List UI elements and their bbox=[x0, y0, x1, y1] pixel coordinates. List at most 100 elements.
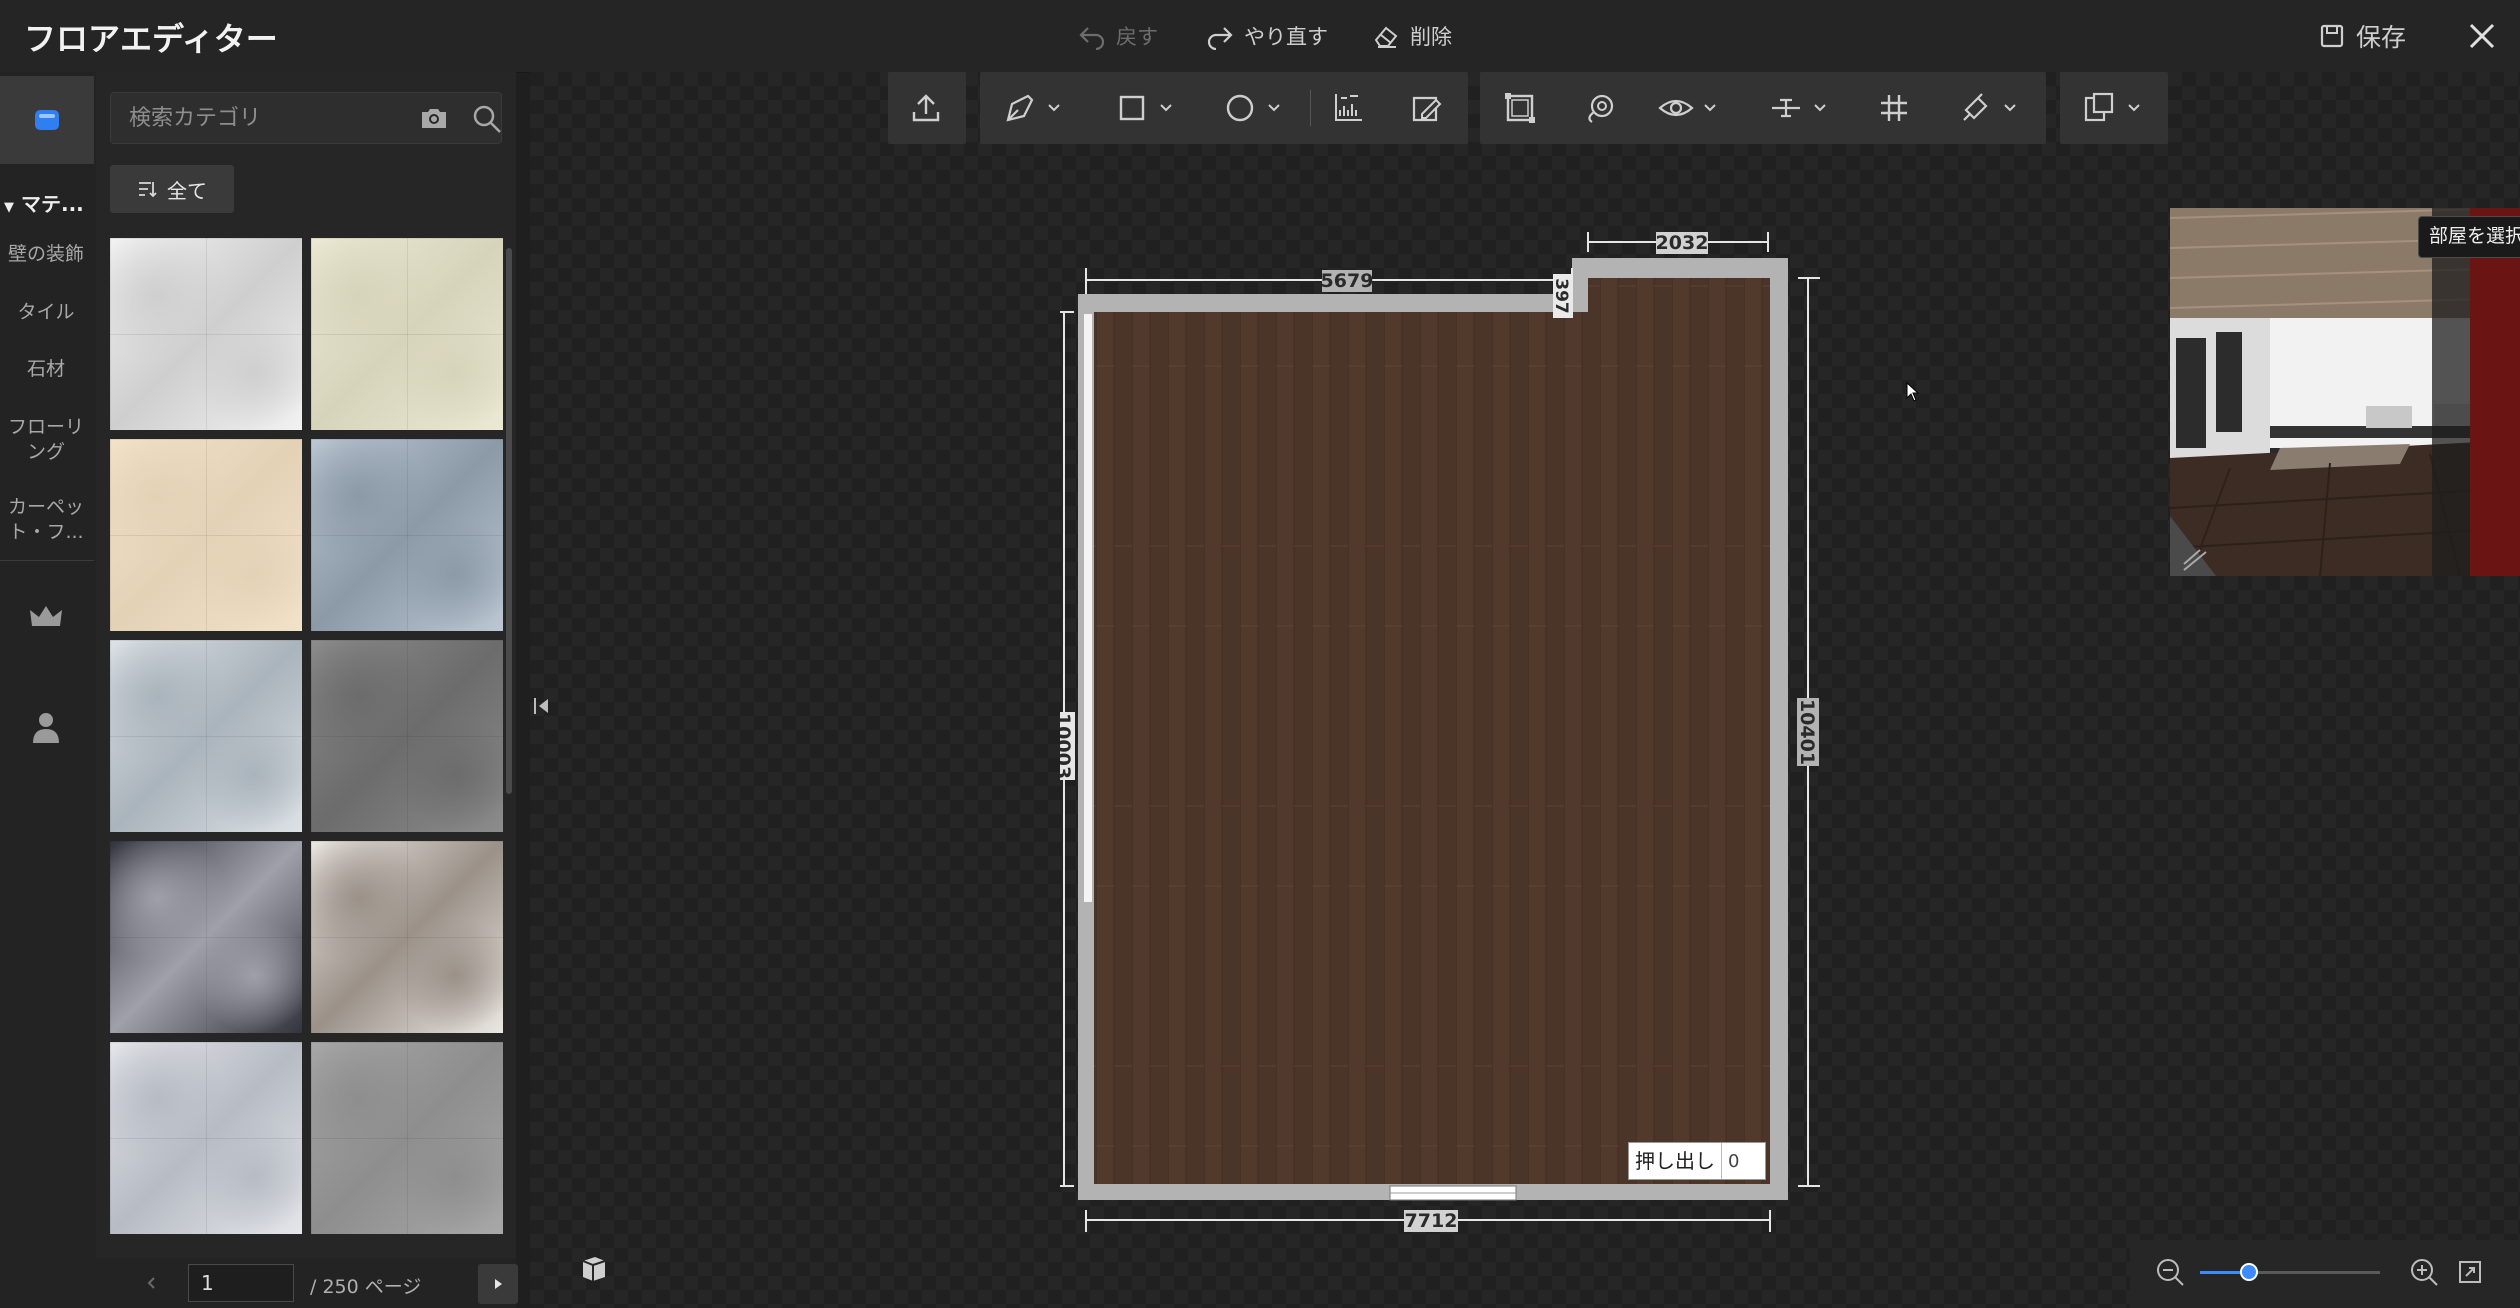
sidebar-item-tile[interactable]: タイル bbox=[0, 300, 92, 325]
material-tile-white-granite[interactable] bbox=[311, 841, 503, 1033]
material-tile-gray-marble[interactable] bbox=[311, 1042, 503, 1234]
material-tab[interactable] bbox=[0, 76, 94, 164]
redo-button[interactable]: やり直す bbox=[1206, 18, 1328, 54]
measure-tool[interactable] bbox=[1328, 86, 1368, 130]
search-box bbox=[110, 92, 502, 144]
prev-page-button[interactable] bbox=[140, 1270, 162, 1296]
filter-all-label: 全て bbox=[167, 178, 207, 203]
close-icon bbox=[2469, 23, 2495, 49]
select-room-tool[interactable] bbox=[1500, 86, 1540, 130]
sidebar-item-carpet[interactable]: カーペット・フ... bbox=[0, 495, 92, 545]
panel-scrollbar[interactable] bbox=[506, 248, 512, 794]
sidebar-item-flooring[interactable]: フローリング bbox=[0, 415, 92, 465]
close-button[interactable] bbox=[2460, 14, 2504, 58]
upload-icon bbox=[912, 94, 940, 122]
material-tile-beige-tile[interactable] bbox=[110, 439, 302, 631]
floor-plan[interactable]: 5679 2032 397 10003 10401 7712 bbox=[1060, 226, 1840, 1246]
user-tab[interactable] bbox=[30, 710, 62, 748]
chevron-left-icon bbox=[147, 1277, 155, 1289]
material-grid bbox=[110, 238, 506, 1302]
save-icon bbox=[2320, 24, 2344, 48]
filter-all-button[interactable]: 全て bbox=[110, 165, 234, 213]
edit-area-icon bbox=[1412, 96, 1442, 122]
redo-label: やり直す bbox=[1244, 25, 1328, 49]
material-tile-silver-marble[interactable] bbox=[110, 1042, 302, 1234]
title-bar: フロアエディター 戻す やり直す 削除 保存 bbox=[0, 0, 2520, 73]
tile-grout bbox=[311, 1042, 503, 1234]
sidebar-item-wall-decor[interactable]: 壁の装飾 bbox=[0, 242, 92, 267]
material-panel: 全て / 250 ページ bbox=[96, 72, 518, 1308]
draw-wall-tool[interactable] bbox=[1000, 86, 1062, 130]
premium-tab[interactable] bbox=[28, 602, 64, 636]
material-box-icon bbox=[35, 110, 59, 130]
save-button[interactable]: 保存 bbox=[2318, 18, 2406, 54]
tile-grout bbox=[110, 238, 302, 430]
tile-grout bbox=[311, 439, 503, 631]
rectangle-room-tool[interactable] bbox=[1112, 86, 1174, 130]
page-number-input[interactable] bbox=[188, 1264, 294, 1302]
next-page-button[interactable] bbox=[478, 1264, 518, 1304]
lasso-tool[interactable] bbox=[1580, 86, 1620, 130]
search-input[interactable] bbox=[127, 101, 361, 135]
paint-tool[interactable] bbox=[1956, 86, 2018, 130]
align-tool[interactable] bbox=[1766, 86, 1828, 130]
tile-grout bbox=[110, 1042, 302, 1234]
align-icon bbox=[1772, 98, 1800, 118]
grid-toggle[interactable] bbox=[1874, 86, 1914, 130]
tile-grout bbox=[311, 841, 503, 1033]
category-rail: ▼ マテ... 壁の装飾 タイル 石材 フローリング カーペット・フ... bbox=[0, 72, 96, 1308]
export-button[interactable] bbox=[906, 86, 946, 130]
3d-view-button[interactable] bbox=[562, 1240, 626, 1296]
dim-top-right: 2032 bbox=[1656, 232, 1709, 254]
zoom-slider-thumb[interactable] bbox=[2239, 1263, 2258, 1281]
zoom-in-icon bbox=[2411, 1259, 2438, 1286]
material-group-label: マテ... bbox=[20, 192, 84, 216]
crown-icon bbox=[30, 606, 62, 626]
zoom-out-button[interactable] bbox=[2154, 1256, 2186, 1292]
camera-icon bbox=[422, 109, 446, 128]
fit-screen-icon bbox=[2459, 1261, 2481, 1283]
room-floor[interactable] bbox=[1094, 278, 1770, 1184]
layers-tool[interactable] bbox=[2080, 86, 2142, 130]
sidebar-item-stone[interactable]: 石材 bbox=[0, 357, 92, 382]
delete-button[interactable]: 削除 bbox=[1372, 18, 1452, 54]
toolbar-layers-group bbox=[2060, 72, 2168, 144]
chevron-down-icon bbox=[1160, 104, 1172, 112]
dim-left: 10003 bbox=[1060, 713, 1074, 779]
material-tile-dark-granite[interactable] bbox=[110, 841, 302, 1033]
collapse-panel-button[interactable] bbox=[524, 676, 560, 736]
material-tile-gray-stone[interactable] bbox=[311, 640, 503, 832]
material-tile-light-gray-marble[interactable] bbox=[110, 640, 302, 832]
mouse-cursor-icon bbox=[1906, 382, 1920, 402]
user-icon bbox=[33, 713, 59, 743]
chevron-down-icon bbox=[1814, 104, 1826, 112]
material-tile-white-marble[interactable] bbox=[110, 238, 302, 430]
visibility-tool[interactable] bbox=[1656, 86, 1718, 130]
extrude-value[interactable]: 0 bbox=[1722, 1151, 1739, 1172]
extrude-label: 押し出し bbox=[1629, 1143, 1722, 1179]
search-button[interactable] bbox=[471, 103, 503, 139]
extrude-input-box[interactable]: 押し出し 0 bbox=[1628, 1142, 1766, 1180]
undo-button[interactable]: 戻す bbox=[1078, 18, 1158, 54]
zoom-in-button[interactable] bbox=[2408, 1256, 2440, 1292]
door-bottom[interactable] bbox=[1389, 1185, 1517, 1201]
material-tile-cream-marble[interactable] bbox=[311, 238, 503, 430]
material-group-header[interactable]: ▼ マテ... bbox=[4, 188, 84, 217]
filter-icon bbox=[139, 182, 157, 198]
search-icon bbox=[473, 105, 501, 133]
select-room-icon bbox=[1505, 93, 1535, 123]
collapse-left-icon bbox=[534, 698, 548, 714]
3d-preview[interactable] bbox=[2170, 208, 2520, 576]
window-left[interactable] bbox=[1084, 314, 1092, 902]
image-search-button[interactable] bbox=[419, 103, 449, 137]
dim-step: 397 bbox=[1551, 278, 1571, 314]
tile-grout bbox=[110, 439, 302, 631]
circle-room-tool[interactable] bbox=[1220, 86, 1282, 130]
room-select-tooltip[interactable]: 部屋を選択 bbox=[2418, 216, 2520, 258]
tile-grout bbox=[311, 640, 503, 832]
zoom-slider[interactable] bbox=[2200, 1263, 2380, 1281]
fit-screen-button[interactable] bbox=[2456, 1258, 2484, 1290]
material-tile-blue-gray-marble[interactable] bbox=[311, 439, 503, 631]
edit-area-tool[interactable] bbox=[1406, 86, 1446, 130]
tile-grout bbox=[110, 640, 302, 832]
